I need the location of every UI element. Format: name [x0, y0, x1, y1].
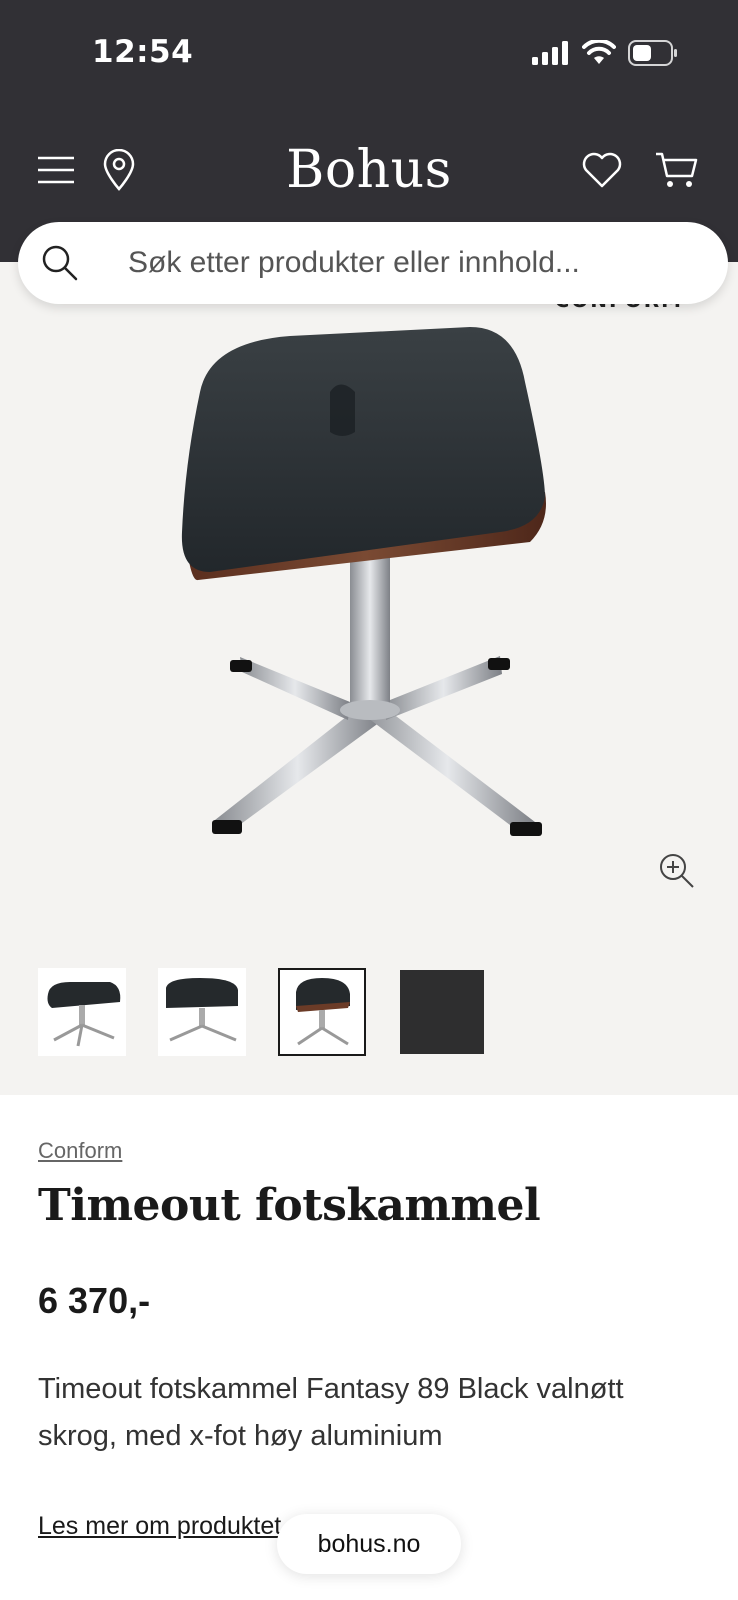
status-time: 12:54 [92, 34, 194, 70]
thumbnail-3[interactable] [278, 968, 366, 1056]
signal-icon [532, 41, 568, 65]
search-bar[interactable] [18, 222, 728, 304]
heart-icon[interactable] [580, 148, 624, 192]
brand-logo[interactable]: Bohus [0, 140, 738, 200]
zoom-icon[interactable] [658, 852, 696, 890]
thumbnail-1[interactable] [38, 968, 126, 1056]
product-title: Timeout fotskammel [38, 1180, 541, 1231]
search-icon[interactable] [40, 243, 80, 283]
product-price: 6 370,- [38, 1280, 151, 1321]
status-icons [532, 40, 678, 66]
thumbnail-swatch[interactable] [400, 970, 484, 1054]
nav-row: Bohus [0, 140, 738, 200]
battery-icon [628, 40, 677, 66]
product-description: Timeout fotskammel Fantasy 89 Black valn… [38, 1373, 624, 1452]
search-input[interactable] [128, 246, 688, 280]
wifi-icon [582, 40, 616, 64]
product-main-image[interactable] [170, 322, 570, 882]
browser-domain-pill[interactable]: bohus.no [277, 1514, 461, 1574]
thumbnail-strip [38, 968, 484, 1056]
cart-icon[interactable] [654, 148, 698, 192]
read-more-link[interactable]: Les mer om produktet [38, 1512, 281, 1541]
product-brand-link[interactable]: Conform [38, 1138, 122, 1164]
product-gallery: CONFORM [0, 262, 738, 1095]
thumbnail-2[interactable] [158, 968, 246, 1056]
